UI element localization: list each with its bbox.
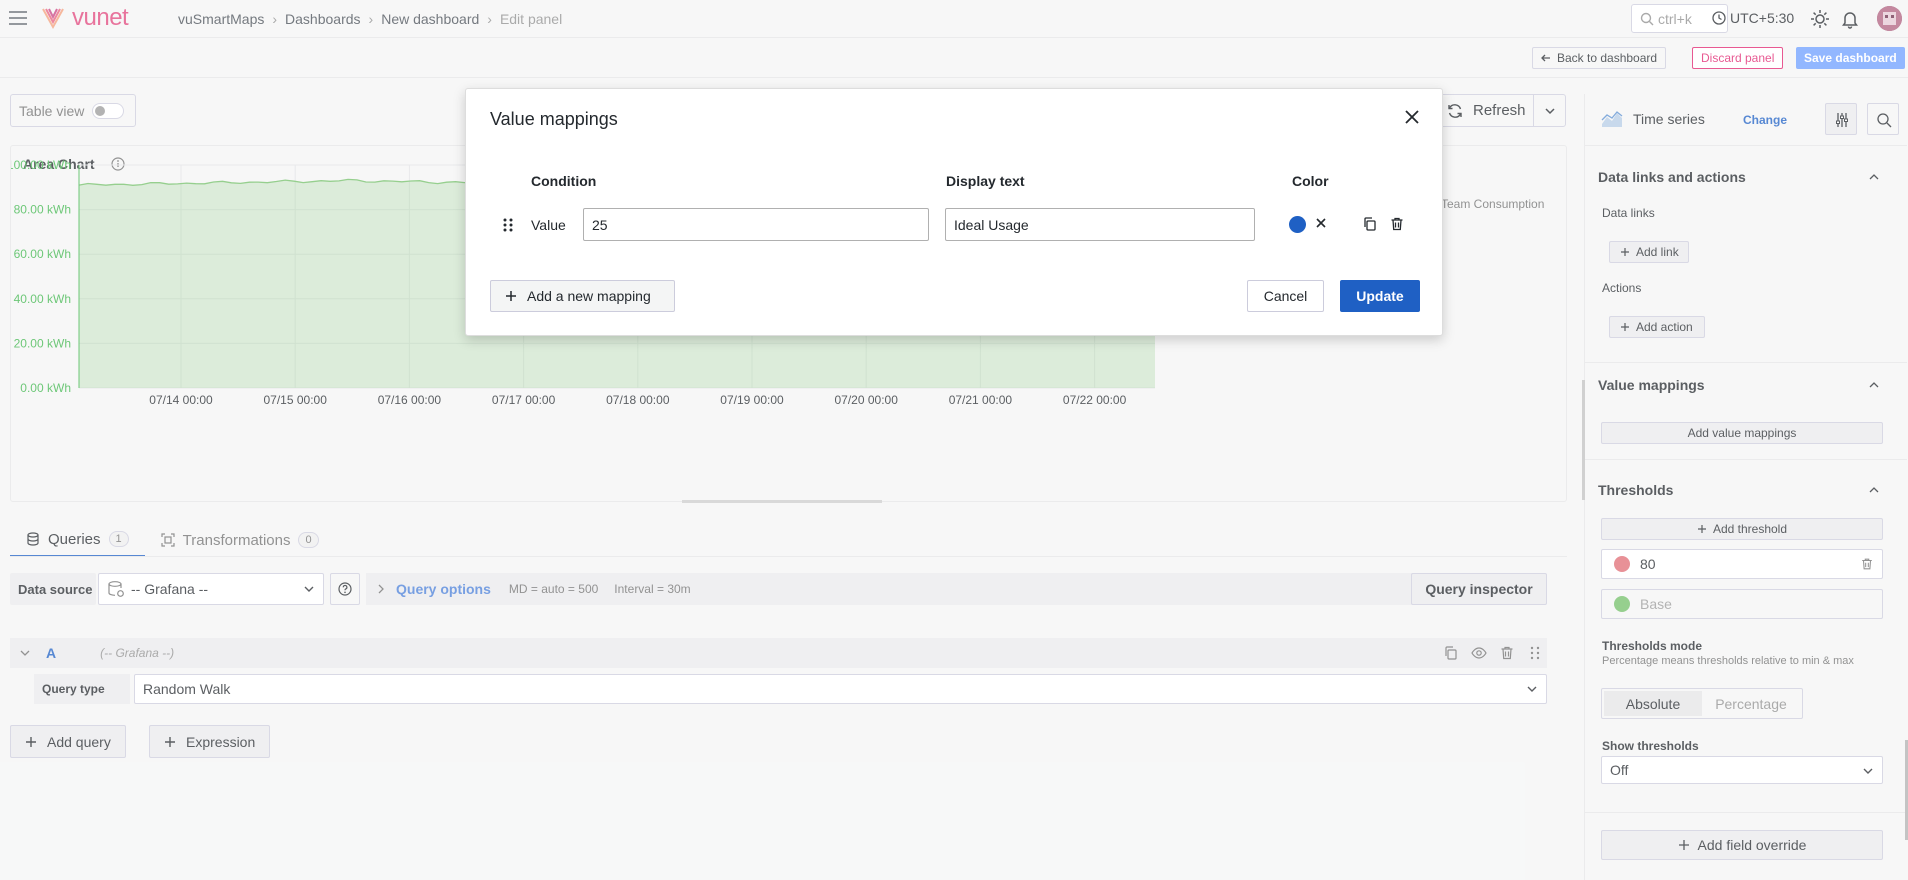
mapping-color-picker[interactable] <box>1289 216 1306 233</box>
value-mappings-modal: Value mappings Condition Display text Co… <box>465 88 1443 336</box>
close-icon[interactable] <box>1404 109 1420 125</box>
add-new-mapping-label: Add a new mapping <box>527 288 651 304</box>
modal-title: Value mappings <box>490 109 618 129</box>
color-column-header: Color <box>1292 173 1329 189</box>
cancel-button[interactable]: Cancel <box>1247 280 1324 312</box>
clear-color-icon[interactable] <box>1314 216 1328 230</box>
mapping-value-input[interactable]: 25 <box>583 208 929 241</box>
duplicate-mapping-icon[interactable] <box>1362 216 1378 232</box>
update-button[interactable]: Update <box>1340 280 1420 312</box>
drag-handle-icon[interactable] <box>502 217 514 233</box>
condition-column-header: Condition <box>531 173 597 189</box>
display-text-column-header: Display text <box>946 173 1025 189</box>
plus-icon <box>505 290 517 302</box>
mapping-condition-label: Value <box>531 217 566 233</box>
mapping-display-text-input[interactable]: Ideal Usage <box>945 208 1255 241</box>
delete-mapping-icon[interactable] <box>1389 216 1405 232</box>
add-new-mapping-button[interactable]: Add a new mapping <box>490 280 675 312</box>
